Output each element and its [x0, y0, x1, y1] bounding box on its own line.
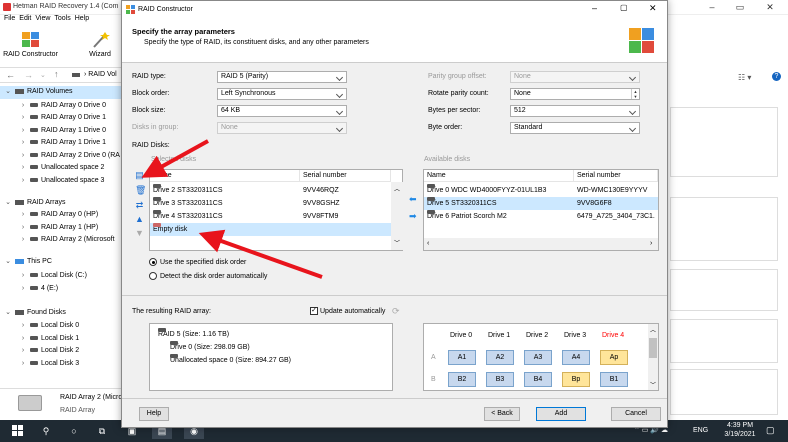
annotation-arrows: [141, 139, 323, 279]
arrow-to-add-icon: [141, 139, 209, 178]
arrow-to-empty-disk: [198, 229, 323, 279]
